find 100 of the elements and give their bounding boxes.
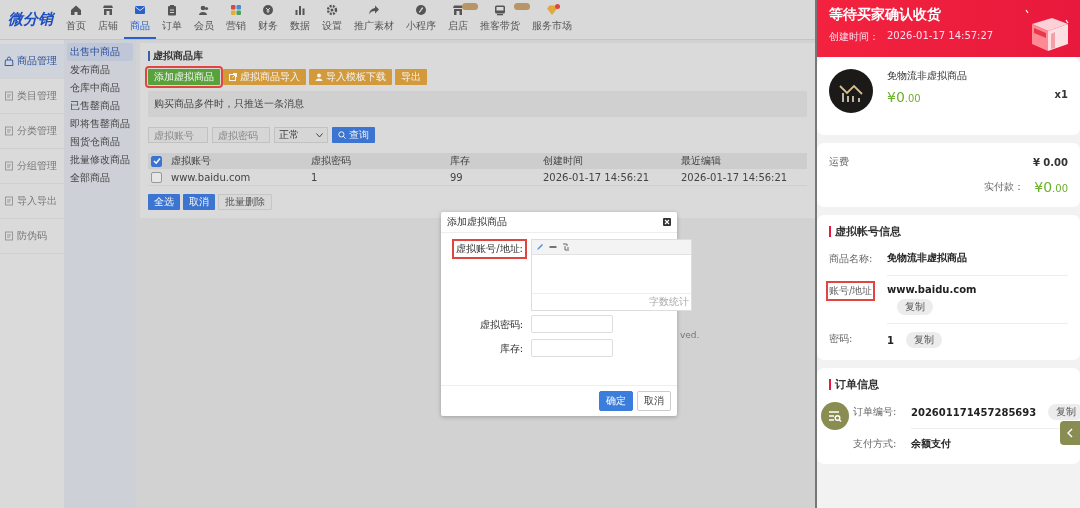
bulk-button[interactable]: 取消 (183, 194, 215, 210)
info-label: 商品名称: (828, 252, 874, 266)
nav-tab[interactable]: 推广素材 (348, 0, 400, 39)
submenu-item[interactable]: 仓库中商品 (67, 79, 133, 97)
title-accent (829, 226, 831, 237)
action-button[interactable]: 添加虚拟商品 (148, 69, 220, 85)
title-accent (148, 51, 150, 61)
footer-text: ved. (680, 330, 700, 340)
envelope-icon (134, 4, 146, 16)
collapse-tab[interactable] (1060, 421, 1080, 445)
input-field[interactable] (531, 339, 613, 357)
copy-button[interactable]: 复制 (905, 332, 942, 348)
diamond-icon (546, 4, 558, 16)
submenu-item[interactable]: 全部商品 (67, 169, 133, 187)
nav-tab[interactable]: 营销 (220, 0, 252, 39)
section-title: 虚拟帐号信息 (835, 224, 901, 239)
nav-tab[interactable]: 商品 (124, 0, 156, 39)
store-icon (102, 4, 114, 16)
submenu-item[interactable]: 批量修改商品 (67, 151, 133, 169)
shipping-fee: ¥ 0.00 (1032, 156, 1068, 168)
pen-icon[interactable] (536, 243, 544, 251)
dash-icon[interactable] (549, 243, 557, 251)
document-icon (4, 231, 14, 241)
document-icon (4, 91, 14, 101)
created-label: 创建时间： (829, 30, 879, 44)
panel-title: 虚拟商品库 (153, 49, 203, 63)
submenu-item[interactable]: 已售罄商品 (67, 97, 133, 115)
logo[interactable]: 微分销 (8, 10, 60, 29)
copy-button[interactable]: 复制 (1048, 404, 1080, 420)
status-dropdown[interactable]: 正常 (274, 127, 328, 143)
table-cell: 1 (308, 169, 447, 186)
search-button[interactable]: 查询 (332, 127, 375, 143)
document-icon (4, 126, 14, 136)
close-icon[interactable] (663, 218, 671, 226)
nav-tab[interactable]: 启店 (442, 0, 474, 39)
submenu-item[interactable]: 出售中商品 (67, 43, 133, 61)
checkbox[interactable] (151, 155, 162, 167)
format-icon[interactable] (562, 243, 570, 251)
nav-tab[interactable]: 店铺 (92, 0, 124, 39)
column-header: 最近编辑 (678, 153, 807, 169)
shipping-label: 运费 (829, 155, 849, 169)
nav-tab[interactable]: 首页 (60, 0, 92, 39)
info-value: www.baidu.com (887, 284, 977, 295)
info-label: 密码: (828, 332, 854, 346)
info-value: 免物流非虚拟商品 (887, 251, 967, 265)
dialog-button[interactable]: 确定 (599, 391, 633, 411)
chevron-left-icon (1067, 428, 1073, 438)
coin-icon (262, 4, 274, 16)
copy-button[interactable]: 复制 (897, 299, 933, 315)
info-value: 202601171457285693 (911, 406, 1037, 418)
people-icon (198, 4, 210, 16)
nav-tab[interactable]: 小程序 (400, 0, 442, 39)
status-title: 等待买家确认收货 (829, 6, 942, 24)
input-field[interactable] (531, 315, 613, 333)
table-cell: www.baidu.com (168, 169, 308, 186)
info-label: 订单编号: (852, 405, 898, 419)
field-label: 库存: (498, 342, 524, 356)
quantity: x1 (1054, 88, 1068, 100)
nav-tab[interactable]: 会员 (188, 0, 220, 39)
bulk-button[interactable]: 批量删除 (218, 194, 272, 210)
monitor-icon (494, 4, 506, 16)
share-arrow-icon (368, 4, 380, 16)
dialog-button[interactable]: 取消 (637, 391, 671, 411)
price: ¥0.00 (1034, 179, 1068, 195)
document-icon (4, 196, 14, 206)
text-area-field[interactable] (532, 255, 691, 294)
menu-item[interactable]: 商品管理 (0, 44, 64, 79)
paid-label: 实付款： (984, 180, 1025, 194)
info-label: 账号/地址 (826, 281, 876, 301)
created-time: 2026-01-17 14:57:27 (887, 30, 994, 43)
person-icon (315, 73, 323, 81)
field-label: 虚拟密码: (478, 318, 524, 332)
clipboard-icon (166, 4, 178, 16)
bar-chart-icon (294, 4, 306, 16)
password-field[interactable]: 虚拟密码 (212, 127, 270, 143)
bag-icon (4, 56, 14, 66)
info-value: 余额支付 (911, 437, 951, 451)
column-header: 虚拟账号 (168, 153, 308, 169)
external-link-icon (229, 73, 237, 81)
bulk-button[interactable]: 全选 (148, 194, 180, 210)
submenu-item[interactable]: 发布商品 (67, 61, 133, 79)
nav-tab[interactable]: 服务市场 (526, 0, 578, 39)
nav-tab[interactable]: 订单 (156, 0, 188, 39)
nav-tab[interactable]: 设置 (316, 0, 348, 39)
submenu-item[interactable]: 即将售罄商品 (67, 115, 133, 133)
nav-tab[interactable]: 推客带货 (474, 0, 526, 39)
column-header: 创建时间 (540, 153, 678, 169)
dialog-title: 添加虚拟商品 (447, 215, 507, 229)
gear-icon (326, 4, 338, 16)
character-count: 字数统计 (647, 294, 691, 310)
title-accent (829, 379, 831, 390)
account-field[interactable]: 虚拟账号 (148, 127, 208, 143)
table-cell: 99 (447, 169, 540, 186)
list-search-icon (828, 409, 842, 423)
nav-tab[interactable]: 财务 (252, 0, 284, 39)
document-icon (4, 161, 14, 171)
submenu-item[interactable]: 囤货仓商品 (67, 133, 133, 151)
nav-tab[interactable]: 数据 (284, 0, 316, 39)
house-icon (70, 4, 82, 16)
checkbox[interactable] (151, 171, 162, 183)
